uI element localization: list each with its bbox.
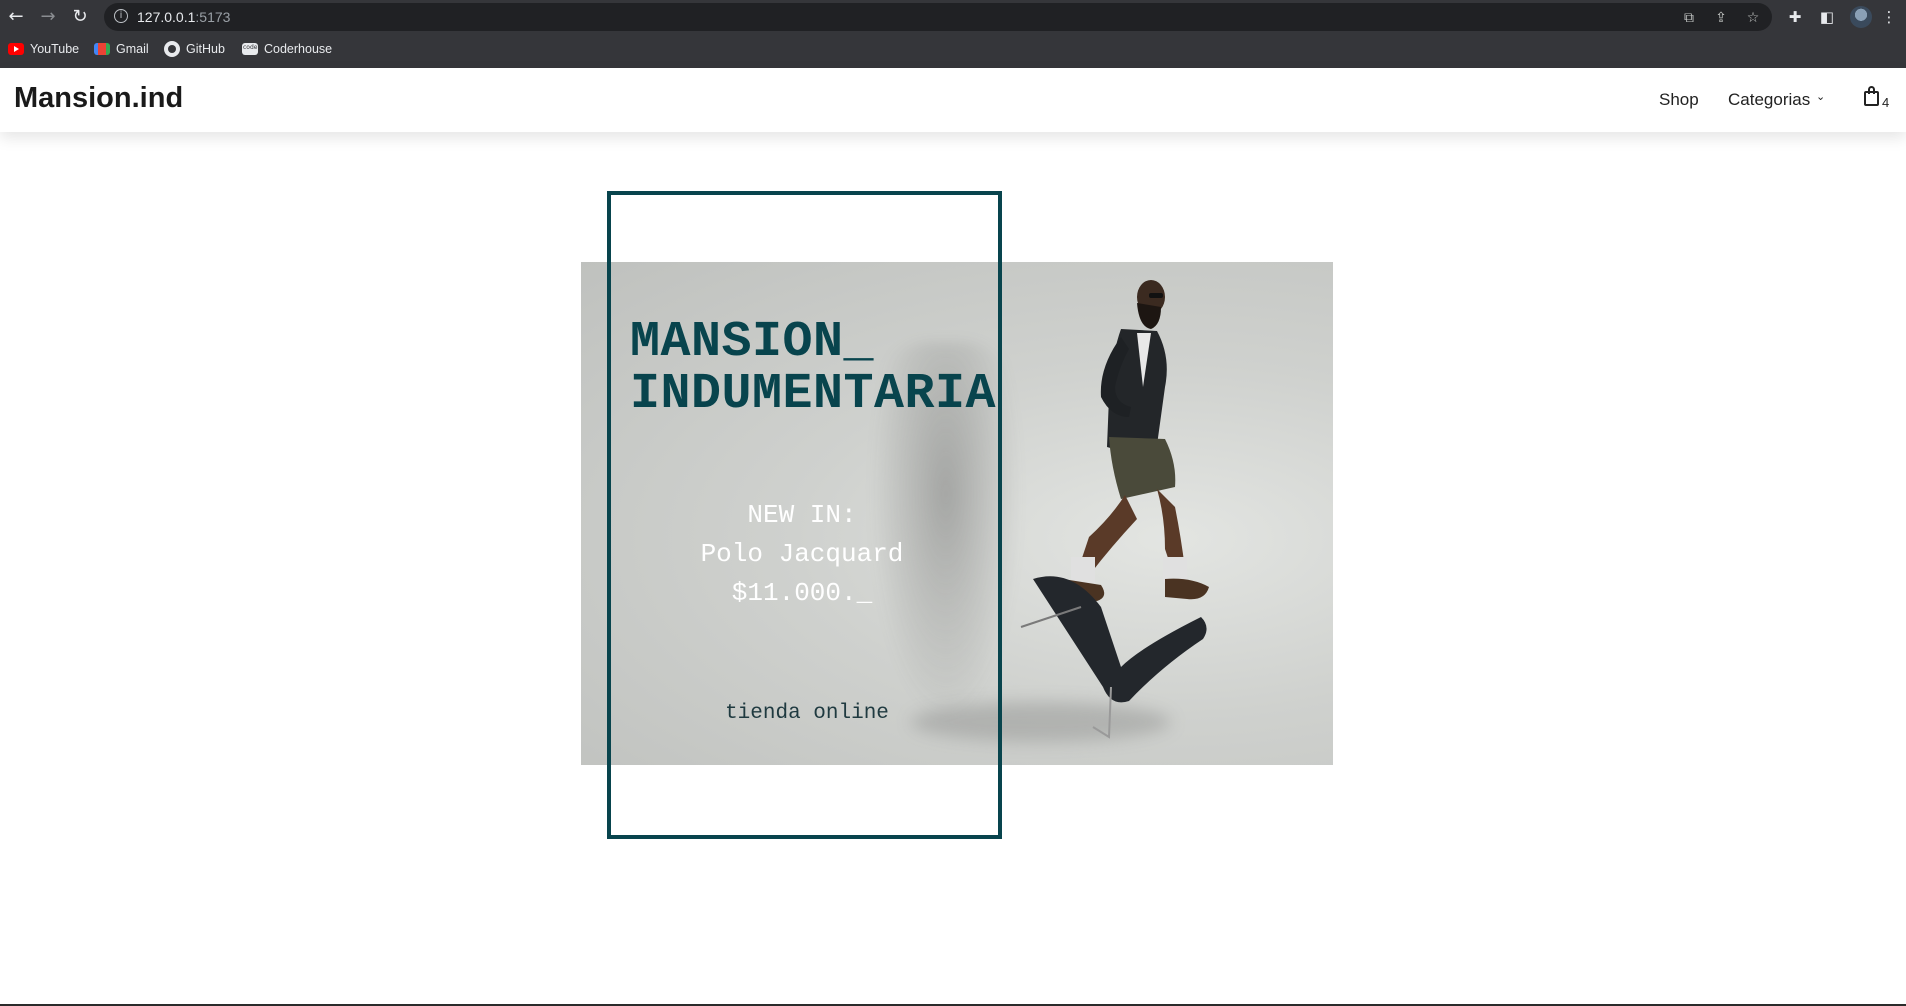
shopping-bag-body [1864,91,1879,106]
chevron-down-icon[interactable]: ⌄ [1816,90,1825,103]
side-panel-icon[interactable]: ◧ [1816,6,1838,28]
new-in-promo[interactable]: NEW IN: Polo Jacquard $11.000._ [602,496,1002,613]
nav-shop-link[interactable]: Shop [1659,90,1699,110]
cart-count: 4 [1882,95,1890,110]
cart-widget[interactable]: 4 [1862,84,1890,114]
youtube-icon [8,43,24,55]
gmail-icon [94,43,110,55]
forward-icon[interactable]: → [36,5,60,29]
translate-icon[interactable]: ⧉ [1680,9,1698,27]
browser-chrome: ← → ↻ i 127.0.0.1:5173 ⧉ ⇪ ☆ ✚ ◧ ⋮ YouTu… [0,0,1906,68]
promo-product-name: Polo Jacquard [700,539,904,569]
bookmark-gmail[interactable]: Gmail [94,40,149,58]
bookmark-label: Gmail [116,42,149,56]
bookmark-star-icon[interactable]: ☆ [1744,9,1762,27]
bookmarks-bar: YouTube Gmail GitHub Coderhouse [0,36,1906,62]
bookmark-label: YouTube [30,42,80,56]
site-info-icon[interactable]: i [114,9,128,23]
hero-title: MANSION_ INDUMENTARIA [630,317,996,421]
bookmark-github[interactable]: GitHub [164,40,225,58]
bookmark-label: Coderhouse [264,42,333,56]
hero-title-line1: MANSION_ [630,314,875,371]
address-bar[interactable]: i 127.0.0.1:5173 ⧉ ⇪ ☆ [104,3,1772,31]
address-url[interactable]: 127.0.0.1:5173 [137,9,230,25]
reload-icon[interactable]: ↻ [68,5,92,29]
github-icon [164,41,180,57]
profile-avatar[interactable] [1850,6,1872,28]
browser-toolbar: ← → ↻ i 127.0.0.1:5173 ⧉ ⇪ ☆ ✚ ◧ ⋮ [0,0,1906,34]
promo-price: $11.000._ [731,578,873,608]
extensions-icon[interactable]: ✚ [1784,6,1806,28]
coderhouse-icon [242,43,260,55]
hero-title-line2: INDUMENTARIA [630,366,997,423]
share-icon[interactable]: ⇪ [1712,9,1730,27]
hero-tagline: tienda online [725,702,889,725]
nav-categories-dropdown[interactable]: Categorias [1728,90,1810,110]
model-photo [1020,280,1209,739]
browser-menu-icon[interactable]: ⋮ [1878,6,1900,28]
bookmark-coderhouse[interactable]: Coderhouse [242,40,332,58]
promo-label: NEW IN: [747,500,857,530]
site-navbar: Mansion.ind Shop Categorias ⌄ 4 [0,68,1906,132]
bookmark-youtube[interactable]: YouTube [8,40,79,58]
back-icon[interactable]: ← [4,5,28,29]
bookmark-label: GitHub [186,42,225,56]
brand-logo[interactable]: Mansion.ind [14,82,183,115]
